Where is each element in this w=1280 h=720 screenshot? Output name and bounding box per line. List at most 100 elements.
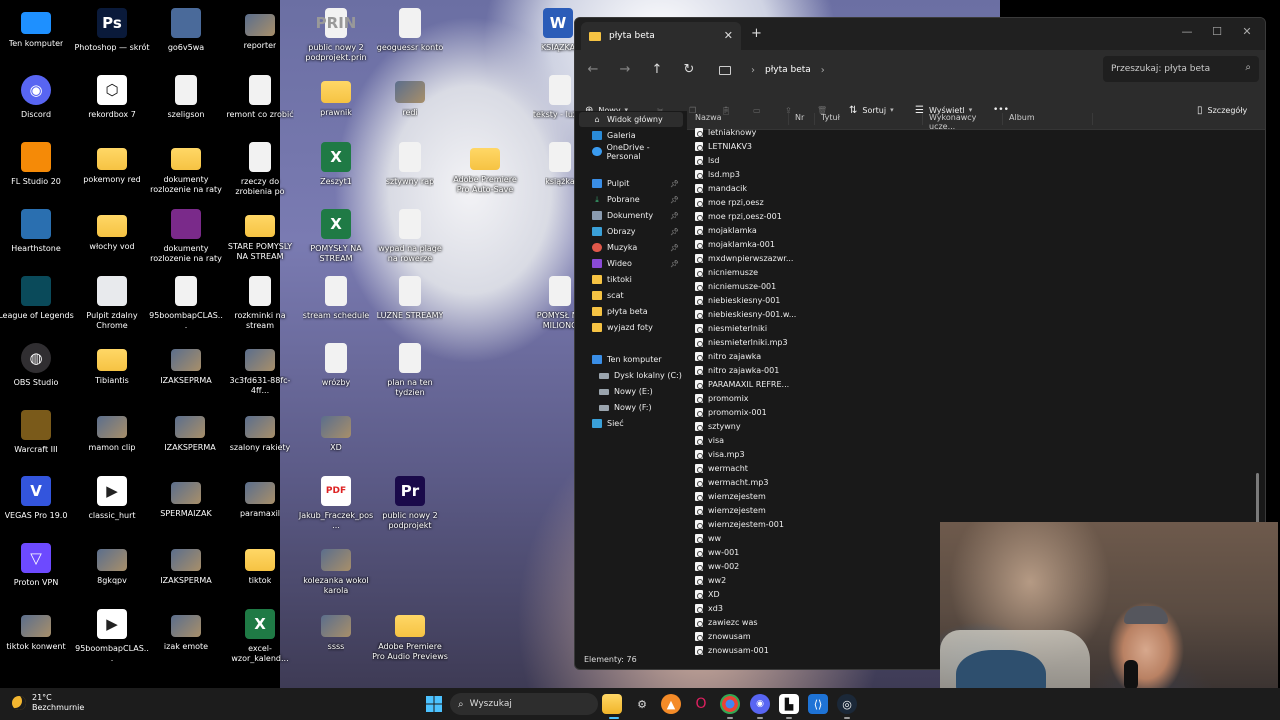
up-arrow-icon[interactable]: ↑ <box>647 60 667 80</box>
desktop-icon[interactable]: Tibiantis <box>74 339 150 386</box>
desktop-icon[interactable]: LUŹNE STREAMY <box>372 272 448 321</box>
start-button[interactable] <box>424 694 444 714</box>
desktop-icon[interactable]: redi <box>372 71 448 118</box>
desktop-icon[interactable]: tiktok <box>222 539 298 586</box>
desktop-icon[interactable]: 95boombapCLAS... <box>148 272 224 331</box>
file-row[interactable]: nitro zajawka-001 <box>695 363 805 377</box>
search-box[interactable]: ⌕ <box>1103 56 1259 82</box>
file-row[interactable]: promomix <box>695 391 805 405</box>
desktop-icon[interactable]: Adobe Premiere Pro Auto-Save <box>447 138 523 195</box>
desktop-icon[interactable]: dokumenty rozlozenie na raty <box>148 205 224 264</box>
desktop-icon[interactable]: Xexcel-wzor_kalend... <box>222 605 298 664</box>
file-row[interactable]: wiemzejestem-001 <box>695 517 805 531</box>
nav-item-onedrive[interactable]: OneDrive - Personal <box>579 143 683 161</box>
nav-item-scat[interactable]: scat <box>579 288 683 303</box>
desktop-icon[interactable]: wrózby <box>298 339 374 388</box>
close-window-button[interactable]: ✕ <box>1233 22 1261 42</box>
nav-item-tiktoki[interactable]: tiktoki <box>579 272 683 287</box>
new-tab-button[interactable]: + <box>751 26 762 41</box>
desktop-icon[interactable]: X POMYSŁY NA STREAM <box>298 205 374 264</box>
tab-plyta-beta[interactable]: płyta beta ✕ <box>581 22 741 50</box>
desktop-icon[interactable]: IZAKSPERMA <box>148 539 224 586</box>
desktop-icon[interactable]: kolezanka wokol karola <box>298 539 374 596</box>
nav-item-disk-c[interactable]: Dysk lokalny (C:) <box>579 368 683 383</box>
column-nr[interactable]: Nr <box>789 113 815 125</box>
file-row[interactable]: nitro zajawka <box>695 349 805 363</box>
nav-item-documents[interactable]: Dokumenty 📌︎ <box>579 208 683 223</box>
desktop-icon[interactable]: szeligson <box>148 71 224 120</box>
desktop-icon[interactable]: pokemony red <box>74 138 150 185</box>
desktop-icon[interactable]: rozkminki na stream <box>222 272 298 331</box>
desktop-icon[interactable]: XD <box>298 406 374 453</box>
refresh-icon[interactable]: ↻ <box>679 60 699 80</box>
desktop-icon[interactable]: ▽ Proton VPN <box>0 539 74 588</box>
nav-item-desktop[interactable]: Pulpit 📌︎ <box>579 176 683 191</box>
pin-icon[interactable]: 📌︎ <box>670 260 679 268</box>
column-artists[interactable]: Wykonawcy ucze... <box>923 113 1003 131</box>
file-row[interactable]: wermacht.mp3 <box>695 475 805 489</box>
desktop-icon[interactable]: włochy vod <box>74 205 150 252</box>
back-arrow-icon[interactable]: ← <box>583 60 603 80</box>
notion-icon[interactable]: ▙ <box>779 694 799 714</box>
vscode-icon[interactable]: ⟨⟩ <box>808 694 828 714</box>
nav-item-plyta-beta[interactable]: płyta beta <box>579 304 683 319</box>
discord-icon[interactable]: ◉ <box>750 694 770 714</box>
desktop-icon[interactable]: mamon clip <box>74 406 150 453</box>
file-row[interactable]: visa <box>695 433 805 447</box>
desktop-icon[interactable]: 3c3fd631-88fc-4ff... <box>222 339 298 396</box>
desktop-icon[interactable]: Adobe Premiere Pro Audio Previews <box>372 605 448 662</box>
file-row[interactable]: lsd <box>695 153 805 167</box>
file-row[interactable]: wiemzejestem <box>695 489 805 503</box>
nav-item-disk-f[interactable]: Nowy (F:) <box>579 400 683 415</box>
taskbar-search[interactable]: ⌕ Wyszukaj <box>450 693 598 715</box>
forward-arrow-icon[interactable]: → <box>615 60 635 80</box>
desktop-icon[interactable]: PRIN public nowy 2 podprojekt.prin <box>298 4 374 63</box>
minimize-button[interactable]: — <box>1173 22 1201 42</box>
desktop-icon[interactable]: plan na ten tydzien <box>372 339 448 398</box>
file-row[interactable]: niebieskiesny-001 <box>695 293 805 307</box>
file-row[interactable]: promomix-001 <box>695 405 805 419</box>
desktop-icon[interactable]: IZAKSEPRMA <box>148 339 224 386</box>
file-row[interactable]: mojaklamka-001 <box>695 237 805 251</box>
desktop-icon[interactable]: reporter <box>222 4 298 51</box>
file-row[interactable]: zawiezc was <box>695 615 805 629</box>
nav-item-wyjazd-foty[interactable]: wyjazd foty <box>579 320 683 335</box>
desktop-icon[interactable]: IZAKSPERMA <box>152 406 228 453</box>
desktop-icon[interactable]: Pulpit zdalny Chrome <box>74 272 150 331</box>
pin-icon[interactable]: 📌︎ <box>670 244 679 252</box>
desktop-icon[interactable]: rzeczy do zrobienia po wyplacie <box>222 138 298 197</box>
file-row[interactable]: niesmieterlniki <box>695 321 805 335</box>
desktop-icon[interactable]: szalony rakiety <box>222 406 298 453</box>
close-tab-icon[interactable]: ✕ <box>724 29 733 42</box>
nav-item-network[interactable]: Sieć <box>579 416 683 431</box>
chrome-icon[interactable] <box>720 694 740 714</box>
desktop-icon[interactable]: dokumenty rozlozenie na raty <box>148 138 224 195</box>
file-row[interactable]: XD <box>695 587 805 601</box>
file-row[interactable]: znowusam <box>695 629 805 643</box>
desktop-icon[interactable]: izak emote <box>148 605 224 652</box>
file-row[interactable]: mojaklamka <box>695 223 805 237</box>
file-row[interactable]: visa.mp3 <box>695 447 805 461</box>
pin-icon[interactable]: 📌︎ <box>670 196 679 204</box>
file-row[interactable]: moe rpzi,oesz <box>695 195 805 209</box>
nav-item-home[interactable]: ⌂ Widok główny <box>579 112 683 127</box>
file-row[interactable]: nicniemusze <box>695 265 805 279</box>
file-row[interactable]: moe rpzi,oesz-001 <box>695 209 805 223</box>
file-explorer-taskbar-icon[interactable] <box>602 694 622 714</box>
desktop-icon[interactable]: prawnik <box>298 71 374 118</box>
file-row[interactable]: niebieskiesny-001.w... <box>695 307 805 321</box>
column-album[interactable]: Album <box>1003 113 1093 125</box>
desktop-icon[interactable]: ◉ Discord <box>0 71 74 120</box>
file-row[interactable]: letniaknowy <box>695 125 805 139</box>
desktop-icon[interactable]: remont co zrobić <box>222 71 298 120</box>
desktop-icon[interactable]: Pr public nowy 2 podprojekt <box>372 472 448 531</box>
desktop-icon[interactable]: Ten komputer <box>0 4 74 49</box>
search-input[interactable] <box>1111 64 1231 74</box>
breadcrumb[interactable]: › płyta beta › <box>709 56 1097 84</box>
nav-item-gallery[interactable]: Galeria <box>579 128 683 143</box>
desktop-icon[interactable]: Ps Photoshop — skrót <box>74 4 150 53</box>
file-row[interactable]: ww <box>695 531 805 545</box>
file-row[interactable]: nicniemusze-001 <box>695 279 805 293</box>
desktop-icon[interactable]: PDF Jakub_Fraczek_pos... <box>298 472 374 531</box>
file-row[interactable]: wermacht <box>695 461 805 475</box>
